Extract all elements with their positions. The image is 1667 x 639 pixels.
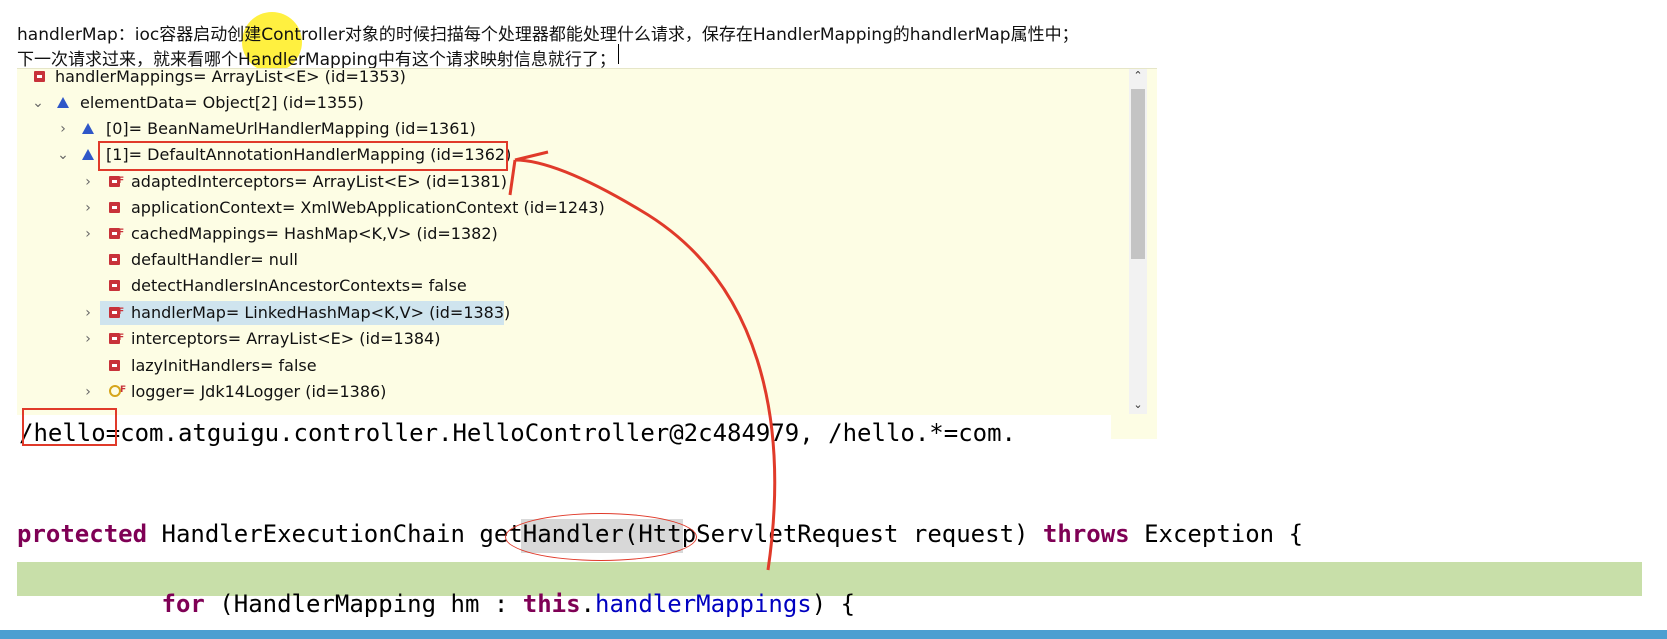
tree-row-label: handlerMap= LinkedHashMap<K,V> (id=1383) — [131, 303, 511, 322]
code-text: (HandlerMapping hm : — [204, 590, 523, 618]
tree-row-label: applicationContext= XmlWebApplicationCon… — [131, 198, 605, 217]
scroll-up-icon[interactable]: ⌃ — [1129, 69, 1147, 83]
keyword: throws — [1042, 520, 1130, 548]
tree-row-label: lazyInitHandlers= false — [131, 356, 317, 375]
tree-row-label: interceptors= ArrayList<E> (id=1384) — [131, 329, 441, 348]
tree-row-label: cachedMappings= HashMap<K,V> (id=1382) — [131, 224, 498, 243]
chevron-right-icon[interactable]: › — [81, 222, 95, 246]
variables-tree[interactable]: handlerMappings= ArrayList<E> (id=1353) … — [17, 67, 1157, 439]
chevron-right-icon[interactable]: › — [81, 196, 95, 220]
annotation-box-default-mapping — [98, 141, 508, 171]
detail-value: /hello=com.atguigu.controller.HelloContr… — [19, 419, 1016, 447]
chevron-down-icon[interactable]: ⌄ — [31, 91, 45, 115]
tree-row-label: elementData= Object[2] (id=1355) — [80, 93, 364, 112]
private-field-icon — [109, 360, 120, 371]
final-field-icon — [109, 326, 124, 350]
chevron-right-icon[interactable]: › — [81, 301, 95, 325]
private-field-icon — [109, 254, 120, 265]
chevron-right-icon[interactable]: › — [56, 117, 70, 141]
tree-row-label: adaptedInterceptors= ArrayList<E> (id=13… — [131, 172, 507, 191]
scroll-down-icon[interactable]: ⌄ — [1129, 398, 1147, 412]
code-text: HandlerExecutionChain — [147, 520, 480, 548]
final-field-icon — [109, 169, 124, 193]
final-field-icon — [109, 221, 124, 245]
tree-row-label: handlerMappings= ArrayList<E> (id=1353) — [55, 67, 406, 86]
tree-row-label: [0]= BeanNameUrlHandlerMapping (id=1361) — [106, 119, 476, 138]
keyword: protected — [17, 520, 148, 548]
annotation-oval-get-handler — [505, 513, 697, 561]
chevron-down-icon[interactable]: ⌄ — [56, 143, 70, 167]
scrollbar-thumb[interactable] — [1131, 89, 1145, 259]
static-final-field-icon — [109, 378, 126, 402]
status-strip — [0, 630, 1667, 639]
code-text: . — [580, 590, 595, 618]
private-field-icon — [109, 280, 120, 291]
array-element-icon — [82, 149, 94, 160]
array-element-icon — [82, 123, 94, 134]
code-text: Exception { — [1129, 520, 1304, 548]
code-text: ) { — [811, 590, 856, 618]
chevron-right-icon[interactable]: › — [81, 380, 95, 404]
private-field-icon — [109, 202, 120, 213]
tree-row-label: defaultHandler= null — [131, 250, 298, 269]
tree-row-label: logger= Jdk14Logger (id=1386) — [131, 382, 387, 401]
code-line-for-loop[interactable]: for (HandlerMapping hm : this.handlerMap… — [17, 562, 856, 618]
annotation-line-1: handlerMap：ioc容器启动创建Controller对象的时候扫描每个处… — [17, 25, 1079, 45]
chevron-right-icon[interactable]: › — [81, 170, 95, 194]
text-caret — [618, 44, 619, 64]
final-field-icon — [109, 300, 124, 324]
keyword: this — [522, 590, 581, 618]
field-reference[interactable]: handlerMappings — [595, 590, 812, 618]
private-field-icon — [34, 71, 45, 82]
keyword: for — [161, 590, 205, 618]
annotation-box-hello-key — [22, 408, 117, 446]
chevron-right-icon[interactable]: › — [81, 327, 95, 351]
detail-pane[interactable]: /hello=com.atguigu.controller.HelloContr… — [17, 415, 1111, 449]
array-icon — [57, 97, 69, 108]
tree-row-label: detectHandlersInAncestorContexts= false — [131, 276, 467, 295]
